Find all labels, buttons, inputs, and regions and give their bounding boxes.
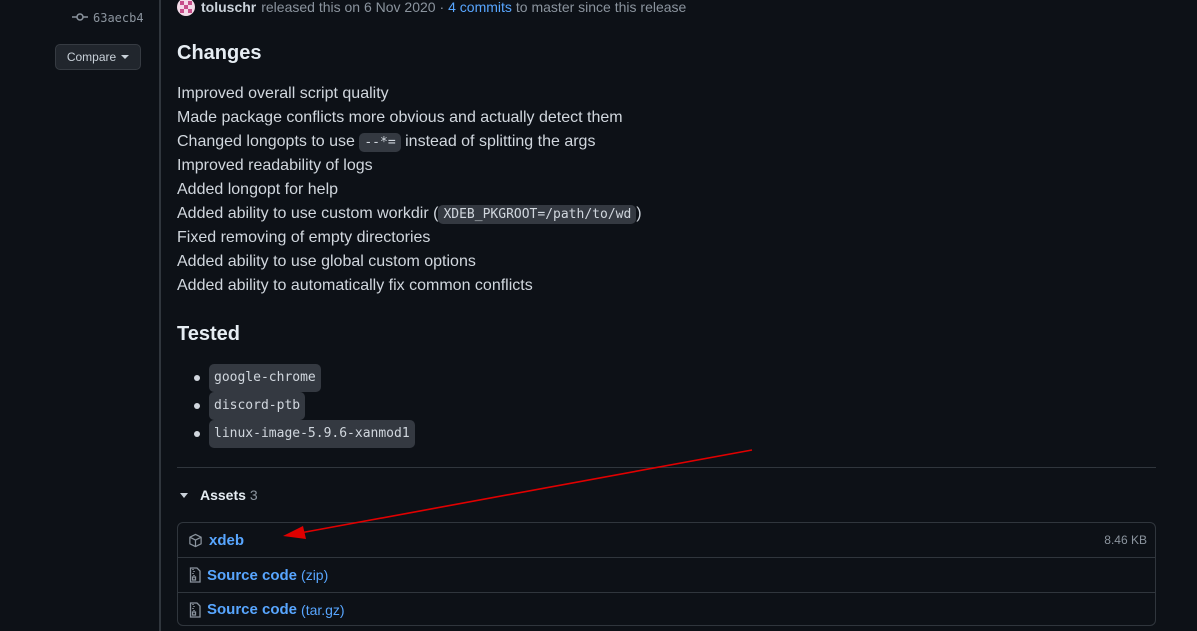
triangle-down-icon (180, 492, 188, 498)
asset-row[interactable]: Source code (zip) (178, 557, 1155, 592)
asset-name[interactable]: Source code (207, 601, 297, 618)
released-text: released this on 6 Nov 2020 · (261, 0, 445, 15)
tested-heading: Tested (177, 323, 240, 345)
compare-label: Compare (66, 50, 117, 64)
package-name: google-chrome (209, 364, 321, 392)
change-text: Made package conflicts more obvious and … (177, 109, 623, 126)
change-item: Made package conflicts more obvious and … (177, 106, 642, 130)
change-text: Added ability to automatically fix commo… (177, 277, 533, 294)
changes-heading: Changes (177, 42, 262, 64)
release-byline: toluschr released this on 6 Nov 2020 · 4… (177, 0, 686, 17)
change-item: Improved overall script quality (177, 82, 642, 106)
package-name: discord-ptb (209, 392, 306, 420)
assets-title: Assets (200, 487, 246, 503)
commit-sha[interactable]: 63aecb4 (93, 11, 144, 25)
assets-count: 3 (249, 487, 258, 503)
inline-code: --*= (359, 133, 401, 152)
bullet-icon (194, 375, 200, 381)
change-item: Added longopt for help (177, 178, 642, 202)
change-text: Added longopt for help (177, 181, 339, 198)
asset-row[interactable]: xdeb 8.46 KB (178, 523, 1155, 557)
change-item: Added ability to use global custom optio… (177, 250, 642, 274)
change-item: Fixed removing of empty directories (177, 226, 642, 250)
assets-list: xdeb 8.46 KB Source code (zip) Source co… (177, 522, 1156, 626)
change-text: Changed longopts to use (177, 133, 360, 150)
author-avatar[interactable] (177, 0, 195, 16)
change-item: Added ability to automatically fix commo… (177, 274, 642, 298)
package-name: linux-image-5.9.6-xanmod1 (209, 420, 415, 448)
asset-suffix[interactable]: (tar.gz) (301, 602, 345, 618)
section-divider (177, 467, 1156, 468)
timeline-divider (159, 0, 161, 631)
commit-link[interactable]: 63aecb4 (72, 9, 144, 27)
assets-toggle[interactable]: Assets 3 (180, 485, 258, 505)
tested-list: google-chrome discord-ptb linux-image-5.9.… (177, 364, 415, 448)
asset-suffix[interactable]: (zip) (301, 567, 328, 583)
git-commit-icon (72, 11, 88, 25)
change-text: ) (636, 205, 642, 222)
author-name[interactable]: toluschr (201, 0, 256, 15)
asset-size: 8.46 KB (1104, 533, 1147, 547)
change-item: Added ability to use custom workdir (XDE… (177, 202, 642, 226)
compare-button[interactable]: Compare (55, 44, 141, 70)
file-zip-icon (187, 567, 203, 583)
inline-code: XDEB_PKGROOT=/path/to/wd (438, 205, 637, 224)
caret-down-icon (121, 55, 130, 59)
change-text: instead of splitting the args (400, 133, 596, 150)
change-item: Improved readability of logs (177, 154, 642, 178)
file-zip-icon (187, 601, 203, 618)
changes-list: Improved overall script quality Made pack… (177, 82, 642, 298)
package-icon (187, 532, 203, 548)
tested-item: google-chrome (177, 364, 415, 392)
tested-item: discord-ptb (177, 392, 415, 420)
release-sidebar: 63aecb4 Compare (0, 0, 160, 631)
asset-name[interactable]: xdeb (209, 532, 244, 549)
change-text: Improved readability of logs (177, 157, 373, 174)
change-item: Changed longopts to use --*= instead of … (177, 130, 642, 154)
change-text: Added ability to use custom workdir ( (177, 205, 439, 222)
change-text: Improved overall script quality (177, 85, 389, 102)
commits-link[interactable]: 4 commits (448, 0, 512, 15)
asset-name[interactable]: Source code (207, 567, 297, 584)
change-text: Added ability to use global custom optio… (177, 253, 476, 270)
bullet-icon (194, 431, 200, 437)
asset-row[interactable]: Source code (tar.gz) (178, 592, 1155, 626)
tested-item: linux-image-5.9.6-xanmod1 (177, 420, 415, 448)
since-text: to master since this release (515, 0, 687, 15)
bullet-icon (194, 403, 200, 409)
change-text: Fixed removing of empty directories (177, 229, 431, 246)
